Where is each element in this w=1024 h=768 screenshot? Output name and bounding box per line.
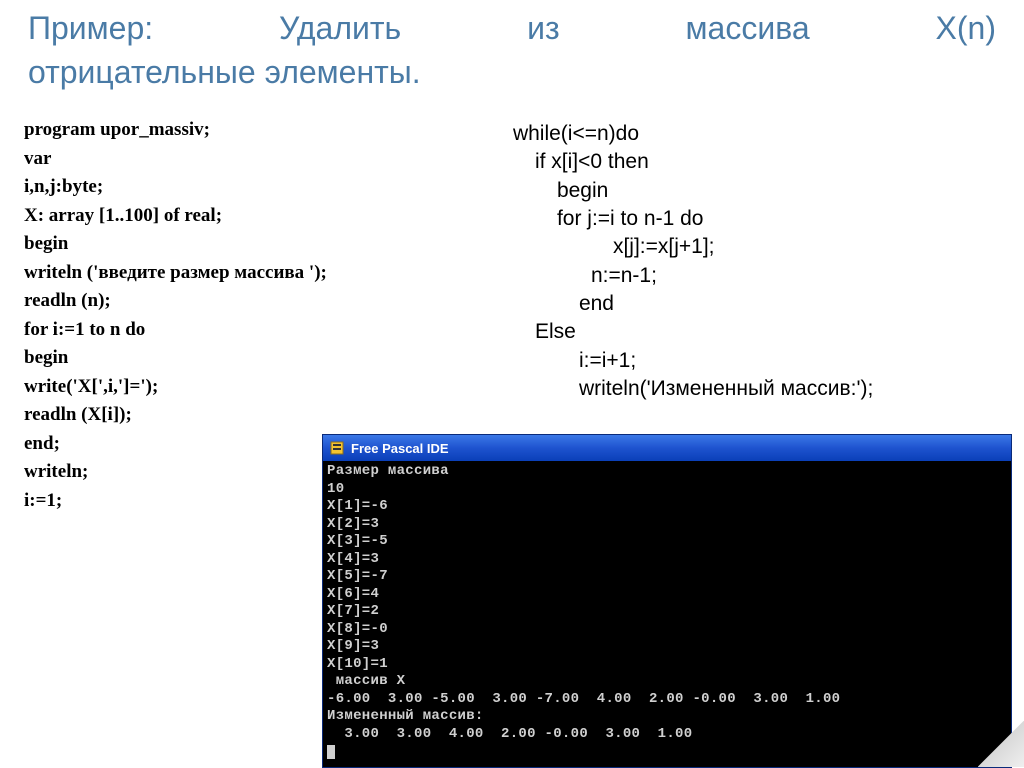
- code-line: for j:=i to n-1 do: [513, 205, 1000, 233]
- console-line: X[3]=-5: [327, 533, 388, 549]
- code-line: write('X[',i,']=');: [24, 373, 473, 402]
- console-line: X[10]=1: [327, 656, 388, 672]
- code-line: while(i<=n)do: [513, 120, 1000, 148]
- code-line: begin: [24, 230, 473, 259]
- code-line: X: array [1..100] of real;: [24, 202, 473, 231]
- code-line: i:=i+1;: [513, 347, 1000, 375]
- console-line: X[5]=-7: [327, 568, 388, 584]
- code-line: begin: [513, 177, 1000, 205]
- console-line: X[2]=3: [327, 516, 379, 532]
- slide-title-line1: Пример: Удалить из массива X(n): [0, 0, 1024, 52]
- code-line: x[j]:=x[j+1];: [513, 233, 1000, 261]
- code-line: i,n,j:byte;: [24, 173, 473, 202]
- code-line: writeln('Измененный массив:');: [513, 375, 1000, 403]
- console-line: 3.00 3.00 4.00 2.00 -0.00 3.00 1.00: [327, 726, 692, 742]
- console-line: 10: [327, 481, 344, 497]
- console-output: Размер массива 10 X[1]=-6 X[2]=3 X[3]=-5…: [323, 461, 1011, 767]
- console-line: X[9]=3: [327, 638, 379, 654]
- console-line: X[7]=2: [327, 603, 379, 619]
- code-line: program upor_massiv;: [24, 116, 473, 145]
- console-line: Размер массива: [327, 463, 449, 479]
- code-line: writeln ('введите размер массива ');: [24, 259, 473, 288]
- console-line: X[8]=-0: [327, 621, 388, 637]
- console-line: Измененный массив:: [327, 708, 484, 724]
- code-line: var: [24, 145, 473, 174]
- console-window: Free Pascal IDE Размер массива 10 X[1]=-…: [322, 434, 1012, 768]
- cursor-icon: [327, 745, 335, 759]
- console-line: -6.00 3.00 -5.00 3.00 -7.00 4.00 2.00 -0…: [327, 691, 840, 707]
- console-line: массив X: [327, 673, 405, 689]
- code-line: for i:=1 to n do: [24, 316, 473, 345]
- code-line: n:=n-1;: [513, 262, 1000, 290]
- code-line: Else: [513, 318, 1000, 346]
- console-title-text: Free Pascal IDE: [351, 441, 449, 456]
- code-line: end: [513, 290, 1000, 318]
- console-line: X[4]=3: [327, 551, 379, 567]
- code-line: if x[i]<0 then: [513, 148, 1000, 176]
- app-icon: [329, 440, 345, 456]
- console-line: X[6]=4: [327, 586, 379, 602]
- code-line: readln (n);: [24, 287, 473, 316]
- page-corner-fold-icon: [978, 721, 1024, 767]
- console-titlebar[interactable]: Free Pascal IDE: [323, 435, 1011, 461]
- code-line: readln (X[i]);: [24, 401, 473, 430]
- code-line: begin: [24, 344, 473, 373]
- slide-title-line2: отрицательные элементы.: [0, 52, 1024, 104]
- console-line: X[1]=-6: [327, 498, 388, 514]
